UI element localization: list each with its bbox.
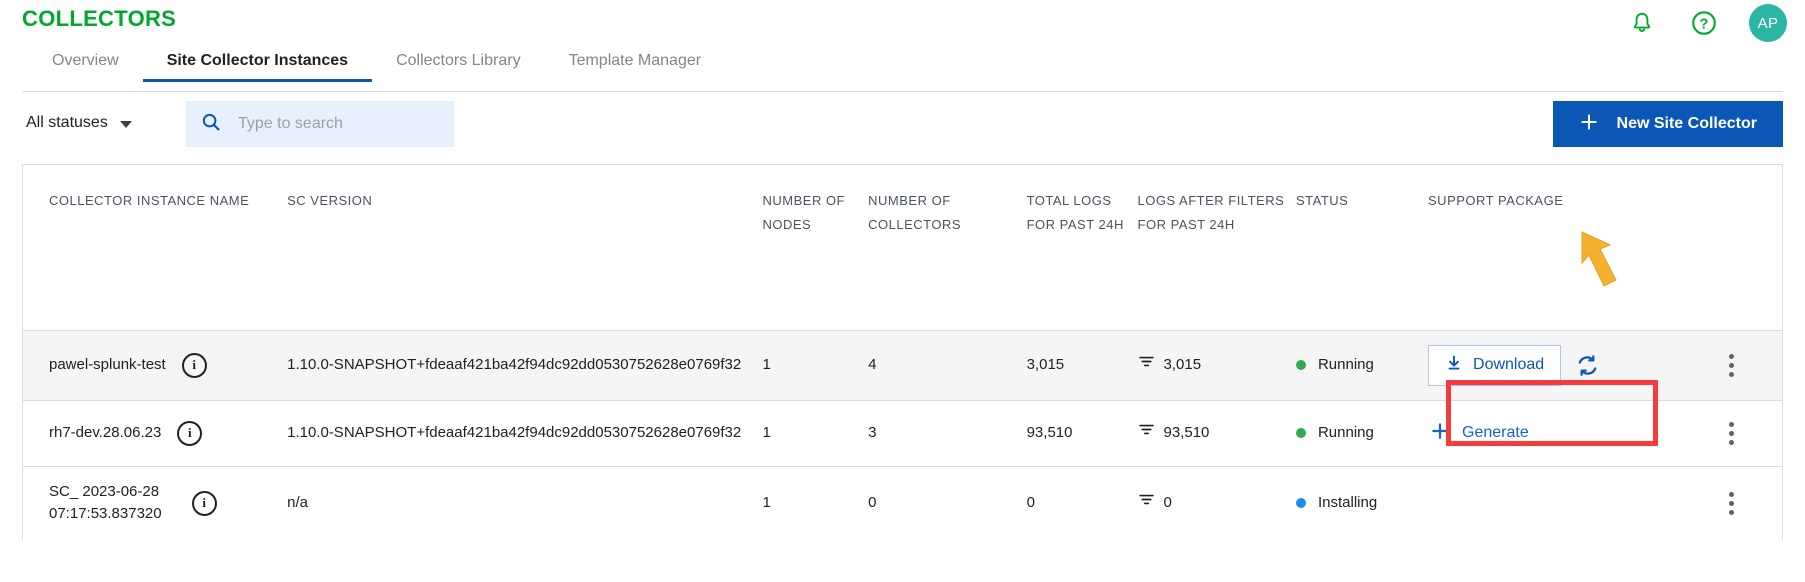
status-badge: Running <box>1317 355 1374 373</box>
svg-text:?: ? <box>1700 16 1709 32</box>
tab-template-manager[interactable]: Template Manager <box>545 48 726 82</box>
cell-logs-after-filters: 0 <box>1138 466 1296 540</box>
info-icon[interactable]: i <box>181 352 207 378</box>
download-icon <box>1445 354 1463 377</box>
cell-number-of-collectors: 4 <box>868 355 877 373</box>
cell-logs-after-filters: 3,015 <box>1138 330 1296 400</box>
cell-row-actions <box>1682 330 1782 400</box>
info-icon[interactable]: i <box>191 490 217 516</box>
cell-number-of-collectors: 0 <box>868 493 877 511</box>
instance-name-label: pawel-splunk-test <box>49 355 166 373</box>
status-filter-label: All statuses <box>26 114 108 131</box>
sc-version-label: 1.10.0-SNAPSHOT+fdeaaf421ba42f94dc92dd05… <box>287 355 742 373</box>
filtered-logs-label: 0 <box>1163 493 1172 511</box>
cell-number-of-collectors: 3 <box>868 423 877 441</box>
cell-status: Running <box>1295 400 1428 466</box>
cell-logs-after-filters: 93,510 <box>1138 400 1296 466</box>
cell-number-of-nodes: 1 <box>762 493 771 511</box>
status-badge: Installing <box>1317 493 1378 511</box>
notifications-bell-icon[interactable] <box>1625 6 1659 40</box>
filtered-logs-label: 3,015 <box>1163 355 1202 373</box>
table-header: COLLECTOR INSTANCE NAME SC VERSION NUMBE… <box>23 165 1782 330</box>
avatar[interactable]: AP <box>1749 4 1787 42</box>
row-menu-icon[interactable] <box>1682 421 1782 445</box>
cell-row-actions <box>1682 466 1782 540</box>
filter-icon <box>1138 421 1155 446</box>
cell-status: Running <box>1295 330 1428 400</box>
cell-sc-version: 1.10.0-SNAPSHOT+fdeaaf421ba42f94dc92dd05… <box>287 400 762 466</box>
cell-sc-version: n/a <box>287 466 762 540</box>
cell-total-logs: 3,015 <box>1026 355 1065 373</box>
cell-row-actions <box>1682 400 1782 466</box>
generate-button[interactable]: Generate <box>1428 415 1531 452</box>
instance-name-label-line2: 07:17:53.837320 <box>49 505 162 522</box>
help-icon[interactable]: ? <box>1687 6 1721 40</box>
column-header-name: COLLECTOR INSTANCE NAME <box>49 193 250 208</box>
plus-icon <box>1430 421 1450 446</box>
table-row[interactable]: rh7-dev.28.06.23 i 1.10.0-SNAPSHOT+fdeaa… <box>23 400 1782 466</box>
page-title: COLLECTORS <box>22 6 177 31</box>
column-header-support-package: SUPPORT PACKAGE <box>1428 193 1564 208</box>
search-input[interactable] <box>236 114 440 134</box>
tab-bar: Overview Site Collector Instances Collec… <box>0 48 1805 92</box>
instance-name-label: rh7-dev.28.06.23 <box>49 423 162 441</box>
status-filter-dropdown[interactable]: All statuses <box>26 114 132 132</box>
cell-support-package <box>1428 466 1682 540</box>
cell-number-of-nodes: 1 <box>762 423 771 441</box>
search-icon <box>200 111 222 138</box>
cell-number-of-nodes: 1 <box>762 355 771 373</box>
filter-icon <box>1138 491 1155 516</box>
search-box[interactable] <box>186 101 454 147</box>
new-site-collector-label: New Site Collector <box>1616 115 1757 132</box>
cell-status: Installing <box>1295 466 1428 540</box>
column-header-number-of-collectors: NUMBER OF COLLECTORS <box>868 193 962 233</box>
row-menu-icon[interactable] <box>1682 353 1782 377</box>
status-dot <box>1295 498 1306 508</box>
download-button-label: Download <box>1473 356 1545 373</box>
chevron-down-icon <box>119 121 132 128</box>
toolbar: All statuses New Site Collector <box>0 92 1805 164</box>
cell-instance-name: SC_ 2023-06-28 07:17:53.837320 i <box>23 466 287 540</box>
cell-instance-name: rh7-dev.28.06.23 i <box>23 400 287 466</box>
refresh-icon[interactable] <box>1575 353 1600 378</box>
status-dot <box>1295 428 1306 438</box>
app-header: COLLECTORS ? AP Overview Site Collector … <box>0 0 1805 92</box>
status-badge: Running <box>1317 423 1374 441</box>
filter-icon <box>1138 353 1155 378</box>
info-icon[interactable]: i <box>177 420 203 446</box>
cell-support-package: Download <box>1428 330 1682 400</box>
filtered-logs-label: 93,510 <box>1163 423 1210 441</box>
generate-button-label: Generate <box>1462 424 1529 441</box>
collectors-table: COLLECTOR INSTANCE NAME SC VERSION NUMBE… <box>22 164 1783 540</box>
column-header-sc-version: SC VERSION <box>287 193 373 208</box>
sc-version-label: n/a <box>287 493 308 511</box>
cell-total-logs: 93,510 <box>1026 423 1073 441</box>
cell-support-package: Generate <box>1428 400 1682 466</box>
tab-overview[interactable]: Overview <box>28 48 143 82</box>
download-button[interactable]: Download <box>1428 344 1562 386</box>
table-row[interactable]: SC_ 2023-06-28 07:17:53.837320 i n/a 1 0… <box>23 466 1782 540</box>
new-site-collector-button[interactable]: New Site Collector <box>1552 101 1783 147</box>
column-header-status: STATUS <box>1295 193 1349 208</box>
table-row[interactable]: pawel-splunk-test i 1.10.0-SNAPSHOT+fdea… <box>23 330 1782 400</box>
cell-sc-version: 1.10.0-SNAPSHOT+fdeaaf421ba42f94dc92dd05… <box>287 330 762 400</box>
instance-name-label: SC_ 2023-06-28 <box>49 482 160 500</box>
plus-icon <box>1579 112 1599 137</box>
tab-collectors-library[interactable]: Collectors Library <box>372 48 544 82</box>
column-header-logs-after-filters: LOGS AFTER FILTERS FOR PAST 24H <box>1137 193 1285 233</box>
cell-total-logs: 0 <box>1026 493 1035 511</box>
cell-instance-name: pawel-splunk-test i <box>23 330 287 400</box>
header-actions: ? AP <box>1625 4 1787 42</box>
column-header-actions <box>1682 165 1782 330</box>
column-header-total-logs: TOTAL LOGS FOR PAST 24H <box>1026 193 1124 233</box>
row-menu-icon[interactable] <box>1682 491 1782 515</box>
column-header-number-of-nodes: NUMBER OF NODES <box>762 193 845 233</box>
sc-version-label: 1.10.0-SNAPSHOT+fdeaaf421ba42f94dc92dd05… <box>287 423 742 441</box>
status-dot <box>1295 360 1306 370</box>
tab-site-collector-instances[interactable]: Site Collector Instances <box>142 48 373 82</box>
